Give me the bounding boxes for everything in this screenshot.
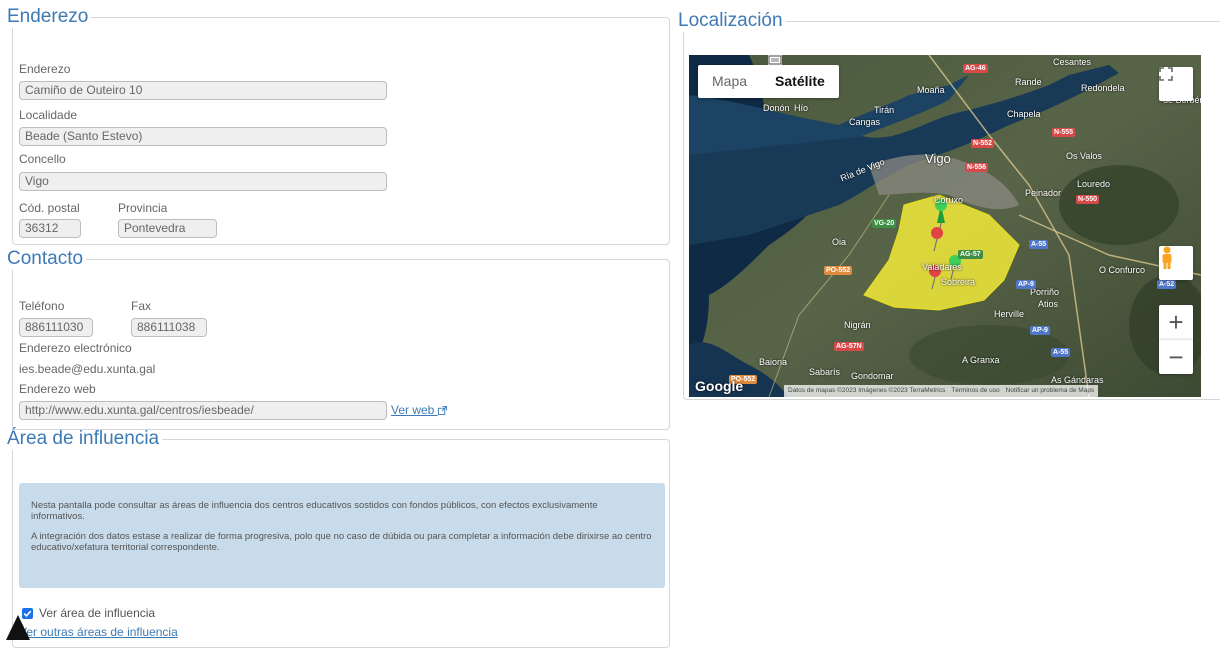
road-label: A-55 <box>1051 348 1071 357</box>
map-label: Cangas <box>849 117 881 127</box>
road-label: N-550 <box>1076 195 1100 204</box>
road-label: AP-9 <box>1016 280 1036 289</box>
plus-icon: + <box>1168 307 1184 337</box>
ver-web-label: Ver web <box>391 403 435 417</box>
terms-link[interactable]: Términos de uso <box>951 385 999 397</box>
report-problem-link[interactable]: Notificar un problema de Maps <box>1006 385 1095 397</box>
map-label: O Confurco <box>1099 265 1146 275</box>
other-areas-link[interactable]: Ver outras áreas de influencia <box>19 625 178 639</box>
map-label: Atios <box>1038 299 1059 309</box>
map-label: Cesantes <box>1053 57 1092 67</box>
telefono-label: Teléfono <box>19 299 65 313</box>
road-label: N-555 <box>1052 128 1076 137</box>
map-label: Sabarís <box>809 367 841 377</box>
fax-label: Fax <box>131 299 152 313</box>
pegman-icon <box>1162 246 1172 269</box>
cp-field[interactable]: 36312 <box>19 219 81 238</box>
area-legend: Área de influencia <box>7 428 160 449</box>
web-label: Enderezo web <box>19 382 96 396</box>
road-label: N-552 <box>971 139 995 148</box>
enderezo-field[interactable]: Camiño de Outeiro 10 <box>19 81 387 100</box>
map-label: Tirán <box>874 105 895 115</box>
keyboard-icon[interactable] <box>768 55 782 65</box>
road-label: VG-20 <box>872 219 897 228</box>
road-label: AG-57N <box>834 342 864 351</box>
road-label: AG-46 <box>963 64 988 73</box>
fullscreen-icon <box>1159 67 1173 81</box>
map-label: Nigrán <box>844 320 871 330</box>
zoom-in-button[interactable]: + <box>1159 305 1193 339</box>
map-label: Coruxo <box>934 195 964 205</box>
localidade-label: Localidade <box>19 108 78 122</box>
map-type-map-button[interactable]: Mapa <box>698 65 761 98</box>
enderezo-label: Enderezo <box>19 62 71 76</box>
map-label: As Gándaras <box>1051 375 1104 385</box>
provincia-field[interactable]: Pontevedra <box>118 219 217 238</box>
map-label: Rande <box>1015 77 1042 87</box>
road-label: A-52 <box>1157 280 1177 289</box>
external-link-icon <box>437 406 447 415</box>
zoom-out-button[interactable]: − <box>1159 339 1193 374</box>
map-label: Hío <box>794 103 809 113</box>
road-label: AG-57 <box>958 250 983 259</box>
map-label: Donón <box>763 103 790 113</box>
enderezo-legend: Enderezo <box>7 6 89 27</box>
road-label: N-556 <box>965 163 989 172</box>
street-view-button[interactable] <box>1159 246 1193 280</box>
concello-label: Concello <box>19 152 66 166</box>
google-logo: Google <box>695 378 744 394</box>
map-label: Louredo <box>1077 179 1111 189</box>
cp-label: Cód. postal <box>19 201 80 215</box>
map-label: Peinador <box>1025 188 1062 198</box>
enderezo-section: Enderezo <box>7 6 670 245</box>
localidade-field[interactable]: Beade (Santo Estevo) <box>19 127 387 146</box>
attribution-data: Datos de mapas ©2023 Imágenes ©2023 Terr… <box>788 387 946 394</box>
map-label: Baiona <box>759 357 788 367</box>
map-label: Vigo <box>925 151 951 166</box>
fax-field[interactable]: 886111038 <box>131 318 207 337</box>
contacto-legend: Contacto <box>7 248 84 269</box>
road-label: PO-552 <box>824 266 853 275</box>
map-label: Os Valos <box>1066 151 1102 161</box>
info-paragraph-2: A integración dos datos estase a realiza… <box>31 531 652 553</box>
map-label: Sobreira <box>941 277 976 287</box>
map-label: Oia <box>832 237 847 247</box>
map-label: Gondomar <box>851 371 894 381</box>
fullscreen-button[interactable] <box>1159 67 1193 101</box>
map-type-control: Mapa Satélite <box>698 65 839 98</box>
mouse-cursor-icon <box>6 615 30 640</box>
map-label: Valadares <box>922 262 962 272</box>
map-label: Herville <box>994 309 1025 319</box>
map-label: Moaña <box>917 85 945 95</box>
map-label: Redondela <box>1081 83 1125 93</box>
web-field[interactable]: http://www.edu.xunta.gal/centros/iesbead… <box>19 401 387 420</box>
telefono-field[interactable]: 886111030 <box>19 318 93 337</box>
map-label: Chapela <box>1007 109 1041 119</box>
email-value: ies.beade@edu.xunta.gal <box>19 362 156 376</box>
minus-icon: − <box>1168 342 1184 372</box>
map-attribution: Datos de mapas ©2023 Imágenes ©2023 Terr… <box>784 385 1099 397</box>
concello-field[interactable]: Vigo <box>19 172 387 191</box>
info-notice: Nesta pantalla pode consultar as áreas d… <box>19 483 665 588</box>
map[interactable]: Cesantes Rande Redondela de Borbén Moaña… <box>689 55 1201 397</box>
road-label: AP-9 <box>1030 326 1050 335</box>
provincia-label: Provincia <box>118 201 168 215</box>
email-label: Enderezo electrónico <box>19 341 132 355</box>
road-label: A-55 <box>1029 240 1049 249</box>
ver-web-link[interactable]: Ver web <box>391 403 447 417</box>
map-label: A Granxa <box>962 355 1000 365</box>
map-type-satellite-button[interactable]: Satélite <box>761 65 839 98</box>
area-checkbox-label[interactable]: Ver área de influencia <box>39 606 155 620</box>
localizacion-legend: Localización <box>678 10 783 31</box>
info-paragraph-1: Nesta pantalla pode consultar as áreas d… <box>31 500 598 522</box>
